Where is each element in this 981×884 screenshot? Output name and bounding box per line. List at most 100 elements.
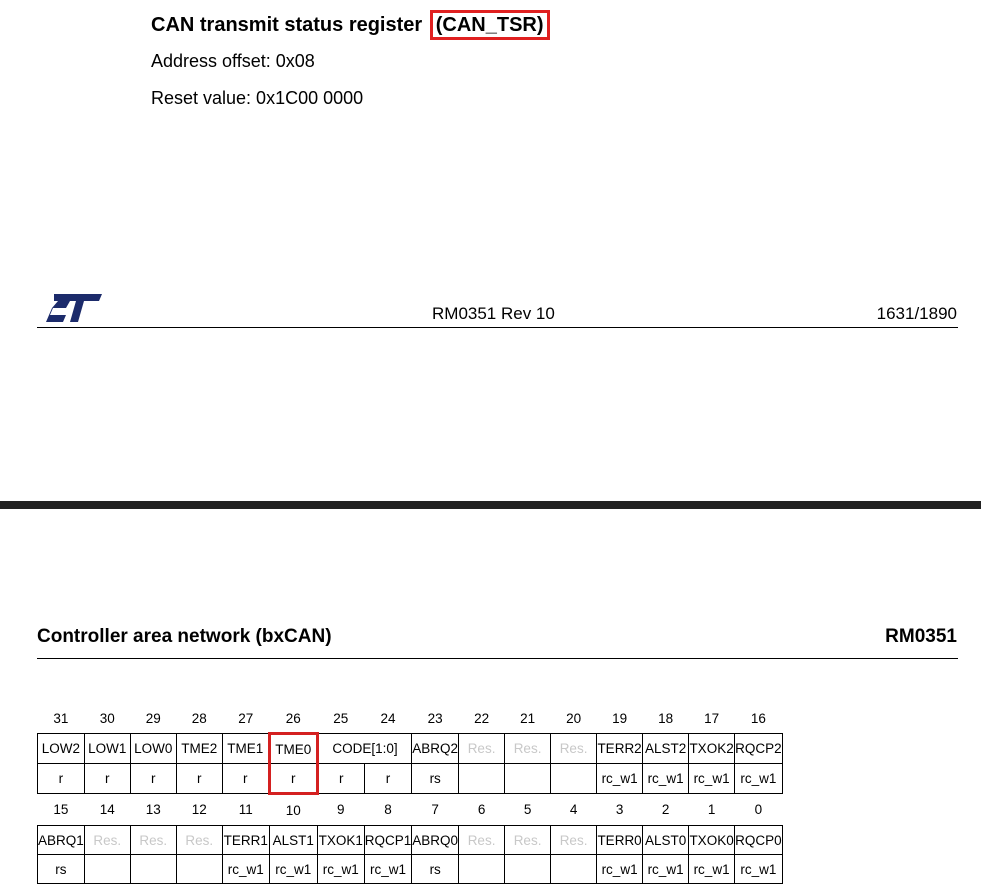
footer-divider — [37, 327, 958, 328]
bit-number: 6 — [477, 802, 486, 817]
page-break-bar — [0, 501, 981, 509]
lower-bit-number-row: 15 14 13 12 11 10 9 8 7 6 5 4 3 2 1 0 — [38, 794, 783, 826]
access-type: rs — [37, 854, 85, 884]
register-bit-table: 31 30 29 28 27 26 25 24 23 22 21 20 19 18 17 16 LOW2 LOW… — [37, 704, 783, 884]
field-name: LOW2 — [37, 733, 85, 764]
bit-number: 7 — [431, 802, 439, 817]
field-name: TXOK1 — [316, 825, 365, 855]
bit-number: 25 — [333, 711, 349, 726]
lower-access-row: rs rc_w1 rc_w1 rc_w1 rc_w1 rs rc_w1 rc_w1 rc_w1 r… — [37, 854, 783, 884]
field-name: ABRQ1 — [37, 825, 85, 855]
bit-number: 26 — [285, 710, 301, 726]
access-type — [550, 763, 598, 794]
access-type: rc_w1 — [221, 854, 270, 884]
register-title-prefix: CAN transmit status register — [151, 14, 428, 36]
access-type — [504, 763, 552, 794]
upper-access-row: r r r r r r r r rs rc_w1 rc_w1 rc_w1 rc_w1 — [37, 763, 783, 795]
bit-number: 28 — [191, 711, 207, 726]
bit-number: 1 — [707, 802, 716, 817]
access-type: rc_w1 — [642, 854, 690, 884]
access-type — [550, 854, 598, 884]
bit-number: 0 — [754, 802, 763, 817]
field-name: TERR0 — [596, 825, 644, 855]
field-name: ALST1 — [268, 825, 318, 855]
field-name: RQCP0 — [734, 825, 783, 855]
bit-number: 10 — [285, 802, 301, 818]
field-name: TME0 — [267, 732, 319, 764]
bit-number: 27 — [238, 711, 254, 726]
access-type: r — [221, 763, 270, 794]
access-type — [458, 763, 506, 794]
bit-number: 19 — [612, 711, 628, 726]
reserved-field: Res. — [175, 825, 223, 855]
access-type — [175, 854, 223, 884]
access-type: r — [316, 763, 365, 794]
register-title: CAN transmit status register (CAN_TSR) — [151, 10, 550, 40]
access-type — [458, 854, 506, 884]
access-type: rc_w1 — [316, 854, 365, 884]
bit-number: 12 — [191, 802, 207, 817]
bit-number: 8 — [384, 802, 392, 817]
field-name: TME1 — [221, 733, 270, 764]
access-type: r — [37, 763, 85, 794]
access-type: rs — [411, 854, 460, 884]
bit-number: 22 — [474, 711, 490, 726]
bit-number: 13 — [145, 802, 161, 817]
access-type: rc_w1 — [596, 763, 644, 794]
access-type: rc_w1 — [642, 763, 690, 794]
upper-field-name-row: LOW2 LOW1 LOW0 TME2 TME1 TME0 CODE[1:0] ABRQ2 Re… — [37, 732, 783, 764]
field-name: ABRQ2 — [411, 733, 460, 764]
reset-value: Reset value: 0x1C00 0000 — [151, 88, 364, 108]
field-name: RQCP2 — [734, 733, 783, 764]
reserved-field: Res. — [550, 825, 598, 855]
access-type: r — [175, 763, 223, 794]
reserved-field: Res. — [458, 825, 506, 855]
bit-number: 5 — [523, 802, 532, 817]
footer-page-number: 1631/1890 — [876, 304, 957, 323]
bit-number: 18 — [658, 711, 674, 726]
header-document-id: RM0351 — [885, 626, 957, 647]
field-name: ALST0 — [642, 825, 690, 855]
access-type: r — [363, 763, 413, 794]
bit-number: 16 — [750, 711, 766, 726]
access-type: r — [83, 763, 131, 794]
access-type: rc_w1 — [734, 763, 783, 794]
field-name: ALST2 — [642, 733, 690, 764]
bit-number: 30 — [99, 711, 115, 726]
access-type: rc_w1 — [596, 854, 644, 884]
bit-number: 17 — [704, 711, 720, 726]
access-type: rc_w1 — [688, 763, 736, 794]
access-type — [129, 854, 177, 884]
footer-document-id: RM0351 Rev 10 — [432, 304, 555, 323]
address-offset: Address offset: 0x08 — [151, 51, 315, 71]
field-name: LOW0 — [129, 733, 177, 764]
bit-number: 14 — [99, 802, 115, 817]
field-name: TXOK2 — [688, 733, 736, 764]
field-name: ABRQ0 — [411, 825, 460, 855]
bit-number: 21 — [520, 711, 536, 726]
field-name: TERR1 — [221, 825, 270, 855]
reserved-field: Res. — [550, 733, 598, 764]
bit-number: 20 — [566, 711, 582, 726]
bit-number: 2 — [661, 802, 670, 817]
header-divider — [37, 658, 958, 659]
bit-number: 24 — [380, 711, 396, 726]
field-name: LOW1 — [83, 733, 131, 764]
access-type — [83, 854, 131, 884]
reserved-field: Res. — [129, 825, 177, 855]
bit-number: 29 — [145, 711, 161, 726]
reserved-field: Res. — [458, 733, 506, 764]
bit-number: 11 — [238, 802, 253, 817]
access-type: rc_w1 — [688, 854, 736, 884]
upper-bit-number-row: 31 30 29 28 27 26 25 24 23 22 21 20 19 18 17 16 — [38, 704, 783, 734]
reserved-field: Res. — [504, 733, 552, 764]
bit-number: 31 — [53, 711, 69, 726]
access-type: rc_w1 — [363, 854, 413, 884]
reserved-field: Res. — [83, 825, 131, 855]
bit-number: 15 — [53, 802, 69, 817]
bit-number: 23 — [427, 711, 443, 726]
access-type: r — [129, 763, 177, 794]
field-name: TERR2 — [596, 733, 644, 764]
bit-number: 3 — [615, 802, 624, 817]
access-type: r — [267, 763, 319, 795]
